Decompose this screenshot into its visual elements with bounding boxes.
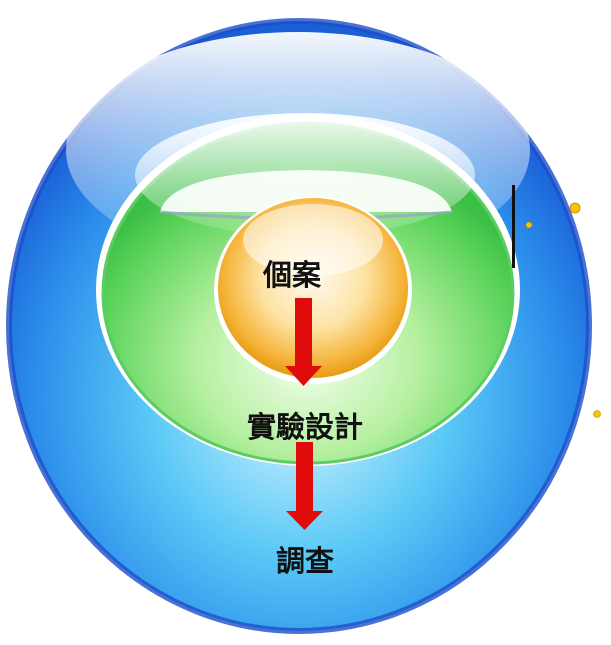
level-label-survey: 調查 <box>275 544 334 578</box>
yellow-dot <box>593 410 601 418</box>
yellow-dot <box>525 221 533 229</box>
level-label-case: 個案 <box>262 258 321 292</box>
vertical-line-mark <box>512 185 515 268</box>
level-label-experimental-design: 實驗設計 <box>246 410 363 444</box>
yellow-dot <box>569 202 581 214</box>
